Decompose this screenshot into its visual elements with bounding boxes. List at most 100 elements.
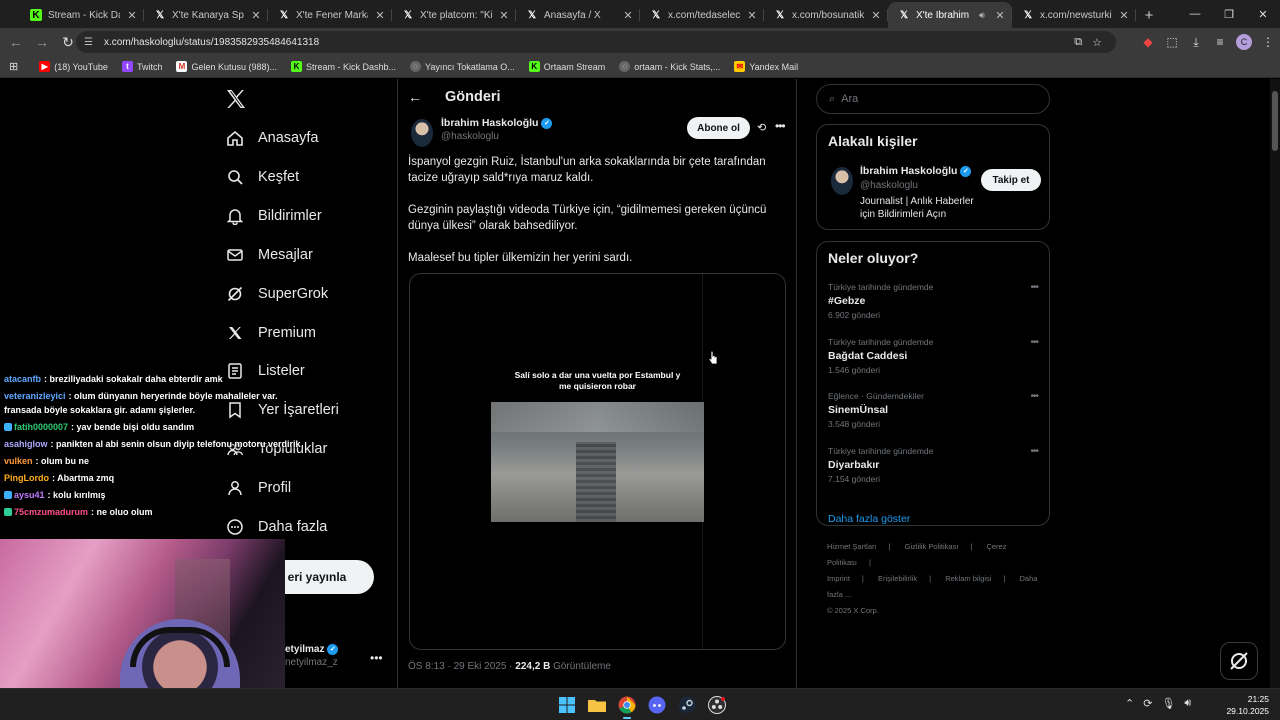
footer-separator: | <box>861 574 864 583</box>
close-window-icon[interactable]: ✕ <box>1246 0 1280 28</box>
nav-item[interactable]: Mesajlar <box>226 246 313 264</box>
restore-icon[interactable]: ❐ <box>1212 0 1246 28</box>
discord-button[interactable] <box>645 694 669 716</box>
show-more-link[interactable]: Daha fazla göster <box>828 513 910 525</box>
network-icon[interactable]: ⟳ <box>1143 697 1152 710</box>
volume-icon[interactable]: 🔊︎ <box>1184 697 1191 710</box>
follow-button[interactable]: Takip et <box>981 169 1041 191</box>
browser-tab[interactable]: 𝕏x.com/bosunatiklama ✕ <box>764 2 888 28</box>
bookmark-item[interactable]: M Gelen Kutusu (988)... <box>169 61 284 72</box>
back-arrow-icon[interactable]: ← <box>408 89 422 105</box>
footer-link[interactable]: Gizlilik Politikası <box>905 542 959 551</box>
browser-tab[interactable]: 𝕏 Anasayfa / X ✕ <box>516 2 640 28</box>
trend-item[interactable]: Eğlence · Gündemdekiler SinemÜnsal 3.548 g… <box>828 391 1039 429</box>
bookmark-item[interactable]: K Ortaam Stream <box>522 61 613 72</box>
search-box[interactable]: ⌕ Ara <box>816 84 1050 114</box>
related-avatar[interactable] <box>831 167 853 195</box>
nav-item[interactable]: Anasayfa <box>226 129 318 147</box>
address-bar[interactable]: ☰ x.com/haskologlu/status/19835829354846… <box>76 31 1116 53</box>
post-more-icon[interactable]: ••• <box>775 119 786 133</box>
author-handle[interactable]: @haskologlu <box>441 131 499 142</box>
tab-close-icon[interactable]: ✕ <box>622 9 634 22</box>
footer-link[interactable]: Erişilebilirlik <box>878 574 917 583</box>
trend-item[interactable]: Türkiye tarihinde gündemde Bağdat Caddesi… <box>828 337 1039 375</box>
extensions-puzzle-icon[interactable]: ⬚ <box>1160 35 1184 49</box>
footer-link[interactable]: Daha fazla ... <box>827 574 1037 599</box>
footer-link[interactable]: Imprint <box>827 574 850 583</box>
browser-tab[interactable]: 𝕏x.com/tedaselectrica ✕ <box>640 2 764 28</box>
nav-item[interactable]: Bildirimler <box>226 207 322 225</box>
trend-more-icon[interactable]: ••• <box>1030 391 1038 402</box>
microphone-icon[interactable]: 🎙︎ <box>1161 697 1175 710</box>
tab-close-icon[interactable]: ✕ <box>1118 9 1130 22</box>
subscribe-button[interactable]: Abone ol <box>687 117 750 139</box>
minimize-icon[interactable]: — <box>1178 0 1212 28</box>
tray-overflow-icon[interactable]: ⌃ <box>1125 697 1134 710</box>
taskbar-clock[interactable]: 21:25 29.10.2025 <box>1225 693 1269 717</box>
new-tab-button[interactable]: + <box>1136 2 1162 28</box>
tab-close-icon[interactable]: ✕ <box>746 9 758 22</box>
bookmark-item[interactable]: ◌ ortaam - Kick Stats,... <box>612 61 727 72</box>
grok-icon[interactable]: ⟲ <box>757 121 766 134</box>
download-icon[interactable]: ⤓ <box>1184 35 1208 50</box>
site-info-icon[interactable]: ☰ <box>84 37 98 48</box>
install-app-icon[interactable]: ⧉ <box>1074 36 1082 49</box>
forward-icon[interactable]: → <box>30 30 54 54</box>
trend-more-icon[interactable]: ••• <box>1030 282 1038 293</box>
nav-item[interactable]: Keşfet <box>226 168 299 186</box>
chrome-button[interactable] <box>615 694 639 719</box>
file-explorer-button[interactable] <box>585 694 609 716</box>
apps-grid-icon[interactable]: ⊞ <box>0 60 32 73</box>
extension-icon[interactable]: ◆ <box>1136 35 1160 49</box>
start-button[interactable] <box>555 694 579 716</box>
account-more-icon[interactable]: ••• <box>370 651 383 665</box>
x-icon: 𝕏 <box>403 9 413 21</box>
chat-username: aysu41 <box>14 490 45 500</box>
bookmark-star-icon[interactable]: ☆ <box>1092 36 1102 49</box>
tab-close-icon[interactable]: ✕ <box>374 9 386 22</box>
post-video[interactable]: Salí solo a dar una vuelta por Estambul … <box>409 273 786 650</box>
footer-separator: | <box>888 542 891 551</box>
trend-item[interactable]: Türkiye tarihinde gündemde #Gebze 6.902 gö… <box>828 282 1039 320</box>
tab-close-icon[interactable]: ✕ <box>870 9 882 22</box>
media-control-icon[interactable]: ≡ <box>1208 35 1232 49</box>
profile-avatar[interactable]: C <box>1236 34 1252 50</box>
scrollbar-thumb[interactable] <box>1272 91 1278 151</box>
x-logo-icon[interactable] <box>224 87 248 111</box>
bookmark-item[interactable]: t Twitch <box>115 61 170 72</box>
bookmark-item[interactable]: ▶ (18) YouTube <box>32 61 115 72</box>
trend-item[interactable]: Türkiye tarihinde gündemde Diyarbakır 7.15… <box>828 446 1039 484</box>
chat-text: : yav bende bişi oldu sandım <box>71 422 195 432</box>
steam-button[interactable] <box>675 694 699 716</box>
tab-close-icon[interactable]: ✕ <box>250 9 262 22</box>
grok-chat-button[interactable] <box>1220 642 1258 680</box>
footer-link[interactable]: Reklam bilgisi <box>945 574 991 583</box>
author-avatar[interactable] <box>411 119 433 147</box>
post-timestamp[interactable]: ÖS 8:13 · 29 Eki 2025 · <box>408 661 515 672</box>
browser-tab[interactable]: 𝕏 X'te platcom: "Kick'te ✕ <box>392 2 516 28</box>
trend-more-icon[interactable]: ••• <box>1030 446 1038 457</box>
browser-tab[interactable]: 𝕏 X'te İbrahim Hask 🔊︎ ✕ <box>888 2 1012 28</box>
footer-link[interactable]: Hizmet Şartları <box>827 542 877 551</box>
tab-close-icon[interactable]: ✕ <box>994 9 1006 22</box>
browser-tab[interactable]: 𝕏x.com/newsturkic/sta ✕ <box>1012 2 1136 28</box>
tab-close-icon[interactable]: ✕ <box>498 9 510 22</box>
trend-more-icon[interactable]: ••• <box>1030 337 1038 348</box>
author-name[interactable]: İbrahim Haskoloğlu ✓ <box>441 117 553 129</box>
tab-audio-icon[interactable]: 🔊︎ <box>976 10 988 21</box>
trend-name: #Gebze <box>828 295 866 307</box>
nav-item[interactable]: SuperGrok <box>226 285 328 303</box>
browser-menu-icon[interactable]: ⋮ <box>1256 35 1280 49</box>
obs-button[interactable] <box>705 694 729 716</box>
browser-tab[interactable]: 𝕏 X'te Kanarya Sports: " ✕ <box>144 2 268 28</box>
bookmark-item[interactable]: ◌ Yayıncı Tokatlama O... <box>403 61 522 72</box>
browser-tab[interactable]: K Stream - Kick Dashbo ✕ <box>20 2 144 28</box>
bookmark-item[interactable]: K Stream - Kick Dashb... <box>284 61 403 72</box>
browser-tab[interactable]: 𝕏 X'te Fener Markaj: " ✕ <box>268 2 392 28</box>
related-name[interactable]: İbrahim Haskoloğlu ✓ <box>860 165 972 177</box>
page-scrollbar[interactable] <box>1270 79 1280 688</box>
tab-close-icon[interactable]: ✕ <box>126 9 138 22</box>
nav-item[interactable]: Premium <box>226 324 316 342</box>
back-icon[interactable]: ← <box>4 30 28 54</box>
bookmark-item[interactable]: ✉ Yandex Mail <box>727 61 805 72</box>
